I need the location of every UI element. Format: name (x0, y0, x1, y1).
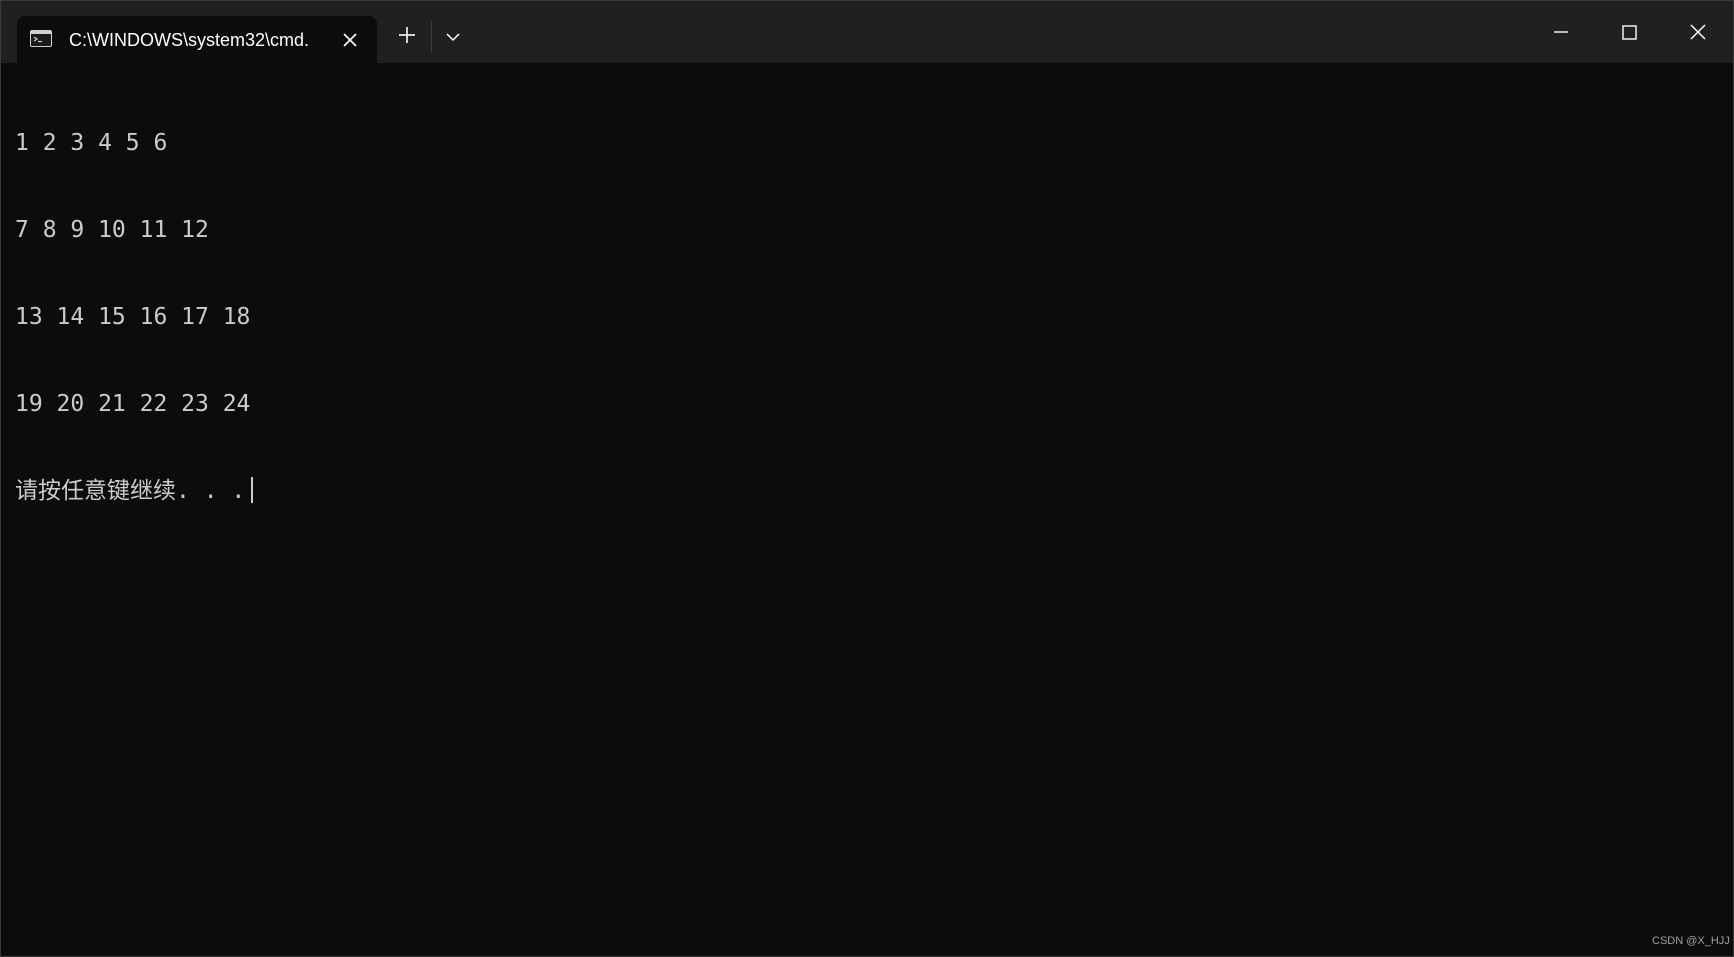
maximize-icon[interactable] (1613, 16, 1645, 48)
prompt-line: 请按任意键继续. . . (15, 477, 1715, 506)
plus-icon[interactable] (393, 21, 421, 49)
output-line: 19 20 21 22 23 24 (15, 391, 251, 417)
terminal-window: C:\WINDOWS\system32\cmd. 1 2 3 4 5 6 7 8 (0, 0, 1734, 957)
output-line: 1 2 3 4 5 6 (15, 130, 168, 156)
text-cursor (251, 477, 254, 503)
tab-cmd[interactable]: C:\WINDOWS\system32\cmd. (17, 16, 377, 63)
terminal-output[interactable]: 1 2 3 4 5 6 7 8 9 10 11 12 13 14 15 16 1… (15, 71, 1715, 931)
output-line: 13 14 15 16 17 18 (15, 304, 251, 330)
close-icon[interactable] (1682, 16, 1714, 48)
watermark: CSDN @X_HJJ (1652, 935, 1730, 947)
close-icon[interactable] (339, 29, 361, 51)
prompt-text: 请按任意键继续. . . (15, 478, 246, 504)
chevron-down-icon[interactable] (441, 25, 465, 49)
tab-title: C:\WINDOWS\system32\cmd. (69, 30, 310, 50)
title-bar[interactable]: C:\WINDOWS\system32\cmd. (1, 1, 1733, 63)
minimize-icon[interactable] (1545, 16, 1577, 48)
output-line: 7 8 9 10 11 12 (15, 217, 209, 243)
terminal-icon (30, 30, 52, 47)
tab-separator (431, 21, 432, 53)
